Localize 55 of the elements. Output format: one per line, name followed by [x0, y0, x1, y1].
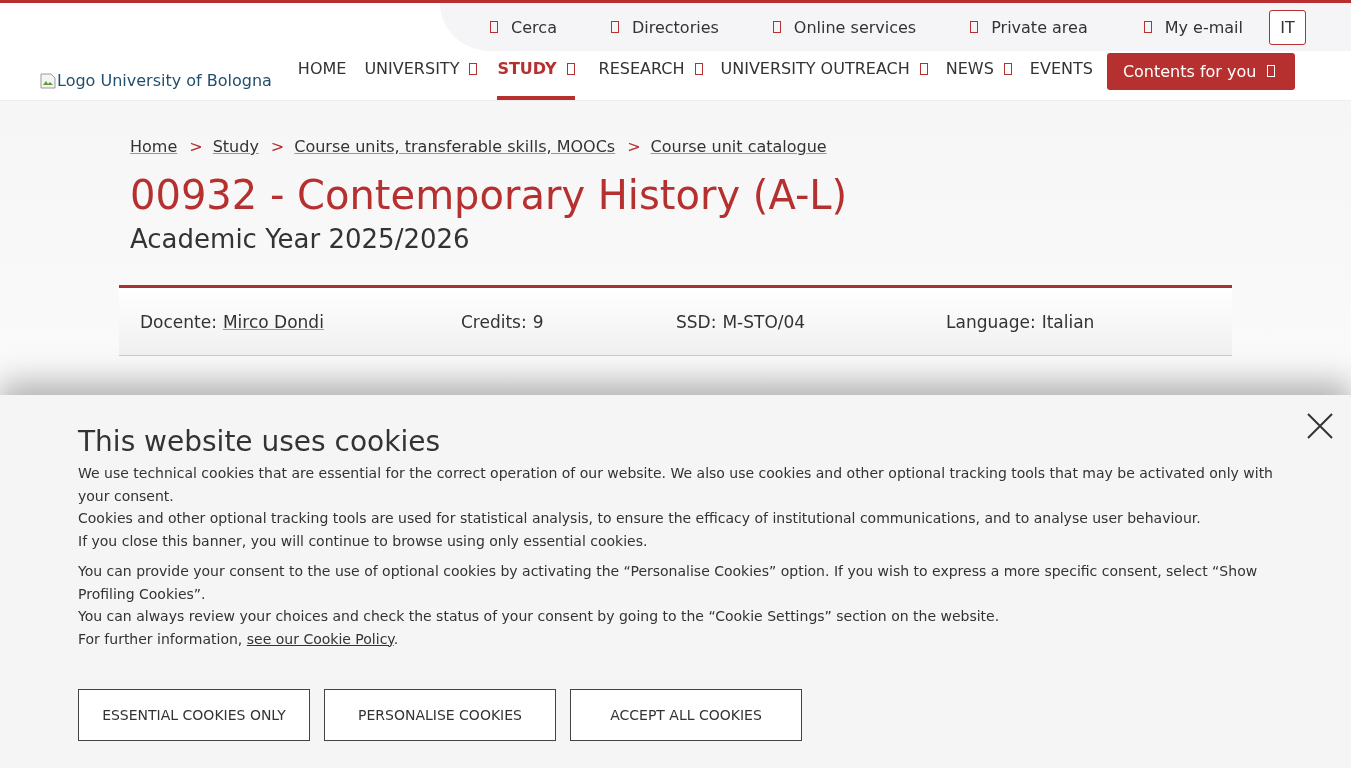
- banner-text: Cookies and other optional tracking tools are used for statistical analysis, to ensure the efficacy of institutional communications, and to analyse user behaviour.: [78, 509, 1202, 528]
- cookie-button[interactable]: PERSONALISE COOKIES: [324, 689, 556, 741]
- info-value: 9: [532, 311, 544, 332]
- broken-image-icon: [40, 72, 56, 89]
- breadcrumb-link[interactable]: Study: [212, 137, 259, 156]
- page-title: 00932 - Contemporary History (A-L): [130, 172, 849, 218]
- cookie-button[interactable]: ACCEPT ALL COOKIES: [570, 689, 802, 741]
- missing-glyph-icon: [490, 21, 499, 33]
- nav-tab[interactable]: EVENTS: [1021, 51, 1103, 100]
- logo-link[interactable]: Logo University of Bologna: [40, 71, 272, 90]
- breadcrumb-link[interactable]: Home: [130, 137, 178, 156]
- missing-glyph-icon: [566, 62, 575, 75]
- info-label: SSD:: [676, 311, 717, 332]
- missing-glyph-icon: [694, 62, 703, 75]
- banner-title: This website uses cookies: [78, 425, 441, 458]
- banner-text: You can always review your choices and check the status of your consent by going to the “Cookie Settings” section on the website.: [78, 607, 1001, 626]
- utility-link[interactable]: Online services: [772, 17, 917, 37]
- missing-glyph-icon: [919, 62, 928, 75]
- missing-glyph-icon: [469, 62, 478, 75]
- breadcrumb-link[interactable]: Course units, transferable skills, MOOCs: [294, 137, 616, 156]
- missing-glyph-icon: [970, 21, 979, 33]
- missing-glyph-icon: [1267, 65, 1276, 77]
- missing-glyph-icon: [1143, 21, 1152, 33]
- cookie-button[interactable]: ESSENTIAL COOKIES ONLY: [78, 689, 310, 741]
- info-value: Italian: [1041, 311, 1095, 332]
- nav-tab[interactable]: UNIVERSITY: [356, 51, 488, 100]
- nav-tab[interactable]: UNIVERSITY OUTREACH: [712, 51, 938, 100]
- banner-text: For further information,: [78, 630, 243, 647]
- breadcrumb-separator: >: [189, 137, 203, 156]
- utility-link[interactable]: Cerca: [490, 17, 557, 37]
- breadcrumb-link[interactable]: Course unit catalogue: [650, 137, 827, 156]
- info-label: Language:: [946, 311, 1036, 332]
- utility-link[interactable]: Private area: [970, 17, 1088, 37]
- utility-link[interactable]: My e-mail: [1143, 17, 1243, 37]
- close-icon: [1307, 413, 1333, 439]
- contents-button[interactable]: Contents for you: [1106, 52, 1296, 90]
- banner-text: We use technical cookies that are essential for the correct operation of our website. We also use cookies and other optional tracking tools that may be activated only with your consent.: [78, 464, 1273, 506]
- page-subtitle: Academic Year 2025/2026: [130, 224, 471, 254]
- breadcrumb-separator: >: [627, 137, 641, 156]
- utility-link[interactable]: Directories: [610, 17, 719, 37]
- nav-tab[interactable]: NEWS: [937, 51, 1022, 100]
- nav-tab[interactable]: HOME: [289, 51, 357, 100]
- nav-tab[interactable]: RESEARCH: [590, 51, 713, 100]
- missing-glyph-icon: [610, 21, 619, 33]
- info-label: Docente:: [140, 311, 217, 332]
- breadcrumb-separator: >: [270, 137, 285, 156]
- banner-text: You can provide your consent to the use of optional cookies by activating the “Personalise Cookies” option. If you wish to express a more specific consent, select “Show Profiling Cookies”.: [78, 562, 1259, 604]
- cookie-policy-link[interactable]: see our Cookie Policy: [246, 630, 394, 647]
- info-label: Credits:: [461, 311, 527, 332]
- info-value: M-STO/04: [722, 311, 806, 332]
- missing-glyph-icon: [772, 21, 781, 33]
- banner-text: If you close this banner, you will continue to browse using only essential cookies.: [78, 531, 649, 551]
- language-button[interactable]: IT: [1269, 9, 1306, 45]
- missing-glyph-icon: [1003, 62, 1012, 75]
- info-link[interactable]: Mirco Dondi: [222, 311, 324, 332]
